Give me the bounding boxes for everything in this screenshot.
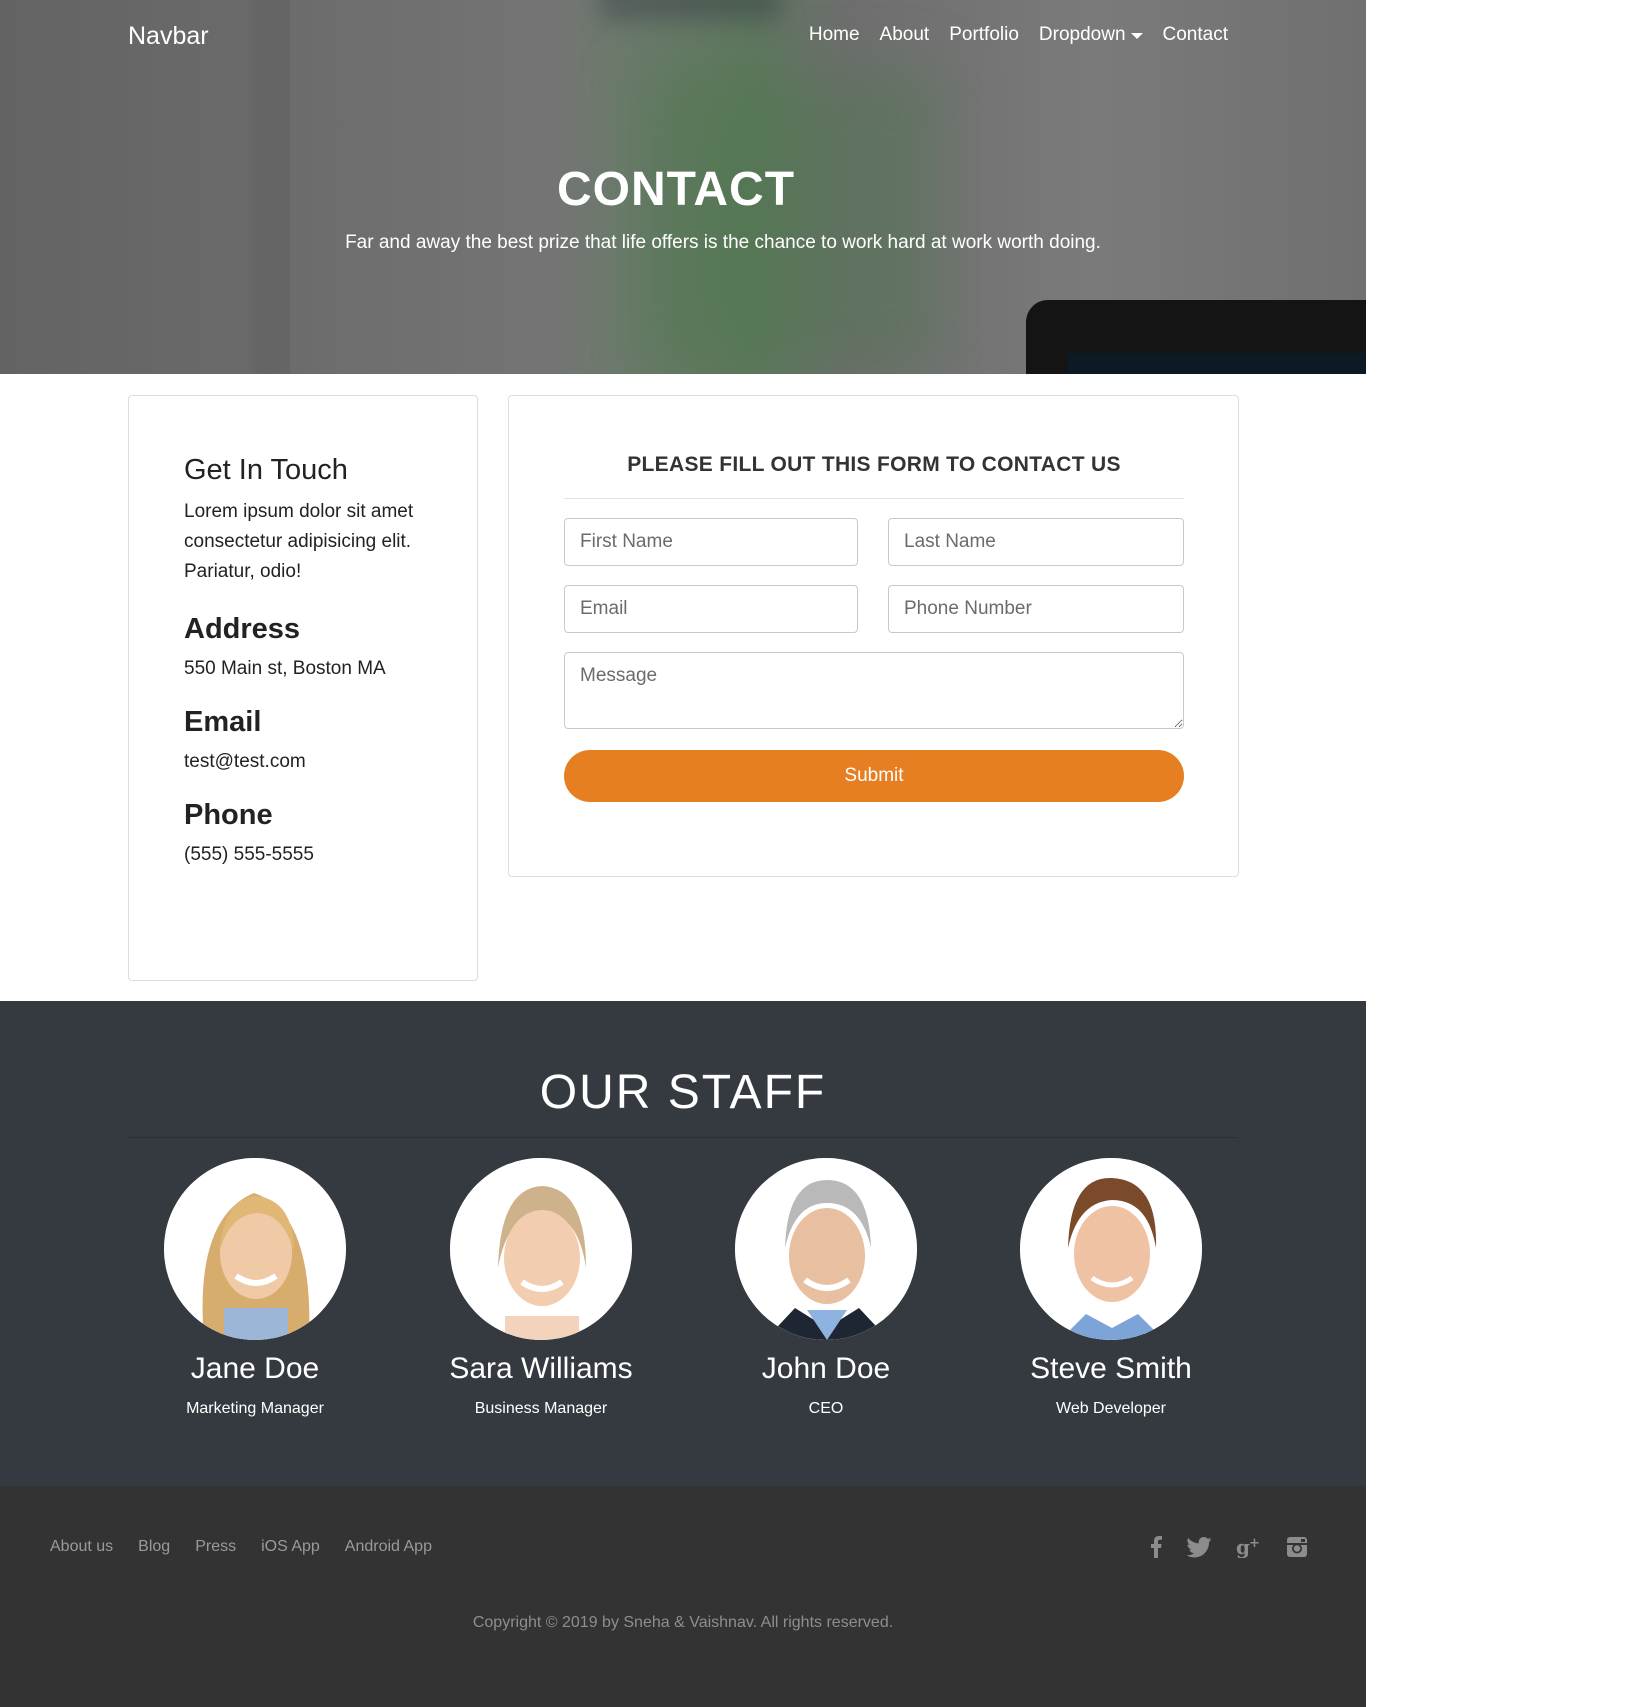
email-heading: Email xyxy=(184,706,262,738)
message-field[interactable] xyxy=(564,652,1184,729)
social-links: g + xyxy=(1126,1536,1308,1558)
first-name-field[interactable] xyxy=(564,518,858,566)
copyright-text: Copyright © 2019 by Sneha & Vaishnav. Al… xyxy=(472,1614,894,1631)
staff-section: OUR STAFF Jane Doe Marketing Manager Sar… xyxy=(0,1001,1366,1486)
staff-title: OUR STAFF xyxy=(539,1066,827,1119)
contact-form-card: PLEASE FILL OUT THIS FORM TO CONTACT US … xyxy=(508,395,1239,877)
instagram-icon[interactable] xyxy=(1286,1536,1308,1558)
get-in-touch-text: Lorem ipsum dolor sit amet consectetur a… xyxy=(184,501,414,582)
phone-number-field[interactable] xyxy=(888,585,1184,633)
twitter-icon[interactable] xyxy=(1186,1536,1212,1558)
staff-role: Business Manager xyxy=(474,1400,608,1417)
footer-links: About us Blog Press iOS App Android App xyxy=(50,1538,457,1556)
email-field[interactable] xyxy=(564,585,858,633)
hero-background-monitor-screen xyxy=(1068,353,1366,374)
staff-member: John Doe CEO xyxy=(706,1158,946,1418)
footer-link-about-us[interactable]: About us xyxy=(50,1538,113,1556)
avatar xyxy=(450,1158,632,1340)
get-in-touch-heading: Get In Touch xyxy=(184,454,348,486)
facebook-icon[interactable] xyxy=(1150,1536,1162,1558)
hero-subtitle: Far and away the best prize that life of… xyxy=(345,232,1101,253)
nav-link-about[interactable]: About xyxy=(880,24,930,46)
contact-info-content: Get In Touch Lorem ipsum dolor sit amet … xyxy=(184,454,414,866)
form-title: PLEASE FILL OUT THIS FORM TO CONTACT US xyxy=(627,453,1121,476)
hero-title: CONTACT xyxy=(556,163,796,216)
hero-background-plant xyxy=(640,70,940,370)
staff-role: CEO xyxy=(808,1400,844,1417)
navbar-brand[interactable]: Navbar xyxy=(128,22,209,51)
staff-member: Steve Smith Web Developer xyxy=(991,1158,1231,1418)
staff-role: Marketing Manager xyxy=(186,1400,324,1417)
staff-name: John Doe xyxy=(761,1352,891,1385)
hero-section: Navbar Home About Portfolio Dropdown Con… xyxy=(0,0,1366,374)
staff-name: Steve Smith xyxy=(1030,1352,1192,1385)
svg-text:+: + xyxy=(1249,1536,1260,1551)
avatar xyxy=(735,1158,917,1340)
staff-member: Jane Doe Marketing Manager xyxy=(135,1158,375,1418)
avatar xyxy=(1020,1158,1202,1340)
submit-button[interactable]: Submit xyxy=(564,750,1184,802)
staff-name: Sara Williams xyxy=(449,1352,633,1385)
contact-info-card: Get In Touch Lorem ipsum dolor sit amet … xyxy=(128,395,478,981)
avatar xyxy=(164,1158,346,1340)
nav-dropdown-toggle[interactable]: Dropdown xyxy=(1039,24,1143,46)
footer-link-ios-app[interactable]: iOS App xyxy=(261,1538,320,1556)
staff-role: Web Developer xyxy=(1056,1400,1166,1417)
form-divider xyxy=(564,498,1184,499)
address-heading: Address xyxy=(184,613,301,645)
nav-dropdown-label: Dropdown xyxy=(1038,24,1126,45)
nav-link-portfolio[interactable]: Portfolio xyxy=(949,24,1019,46)
footer-link-android-app[interactable]: Android App xyxy=(345,1538,432,1556)
email-text: test@test.com xyxy=(184,751,306,772)
navbar: Navbar Home About Portfolio Dropdown Con… xyxy=(0,0,1366,74)
nav-link-home[interactable]: Home xyxy=(809,24,860,46)
nav-link-contact[interactable]: Contact xyxy=(1163,24,1228,46)
phone-text: (555) 555-5555 xyxy=(184,844,314,865)
page: Navbar Home About Portfolio Dropdown Con… xyxy=(0,0,1366,1707)
phone-heading: Phone xyxy=(184,799,273,831)
staff-member: Sara Williams Business Manager xyxy=(421,1158,661,1418)
nav-links: Home About Portfolio Dropdown Contact xyxy=(789,24,1228,46)
svg-text:g: g xyxy=(1236,1536,1250,1558)
last-name-field[interactable] xyxy=(888,518,1184,566)
footer: About us Blog Press iOS App Android App … xyxy=(0,1486,1366,1707)
caret-down-icon xyxy=(1130,33,1143,39)
footer-link-press[interactable]: Press xyxy=(195,1538,236,1556)
staff-divider xyxy=(128,1137,1238,1138)
staff-name: Jane Doe xyxy=(190,1352,320,1385)
google-plus-icon[interactable]: g + xyxy=(1236,1536,1262,1558)
address-text: 550 Main st, Boston MA xyxy=(184,658,386,679)
footer-link-blog[interactable]: Blog xyxy=(138,1538,170,1556)
